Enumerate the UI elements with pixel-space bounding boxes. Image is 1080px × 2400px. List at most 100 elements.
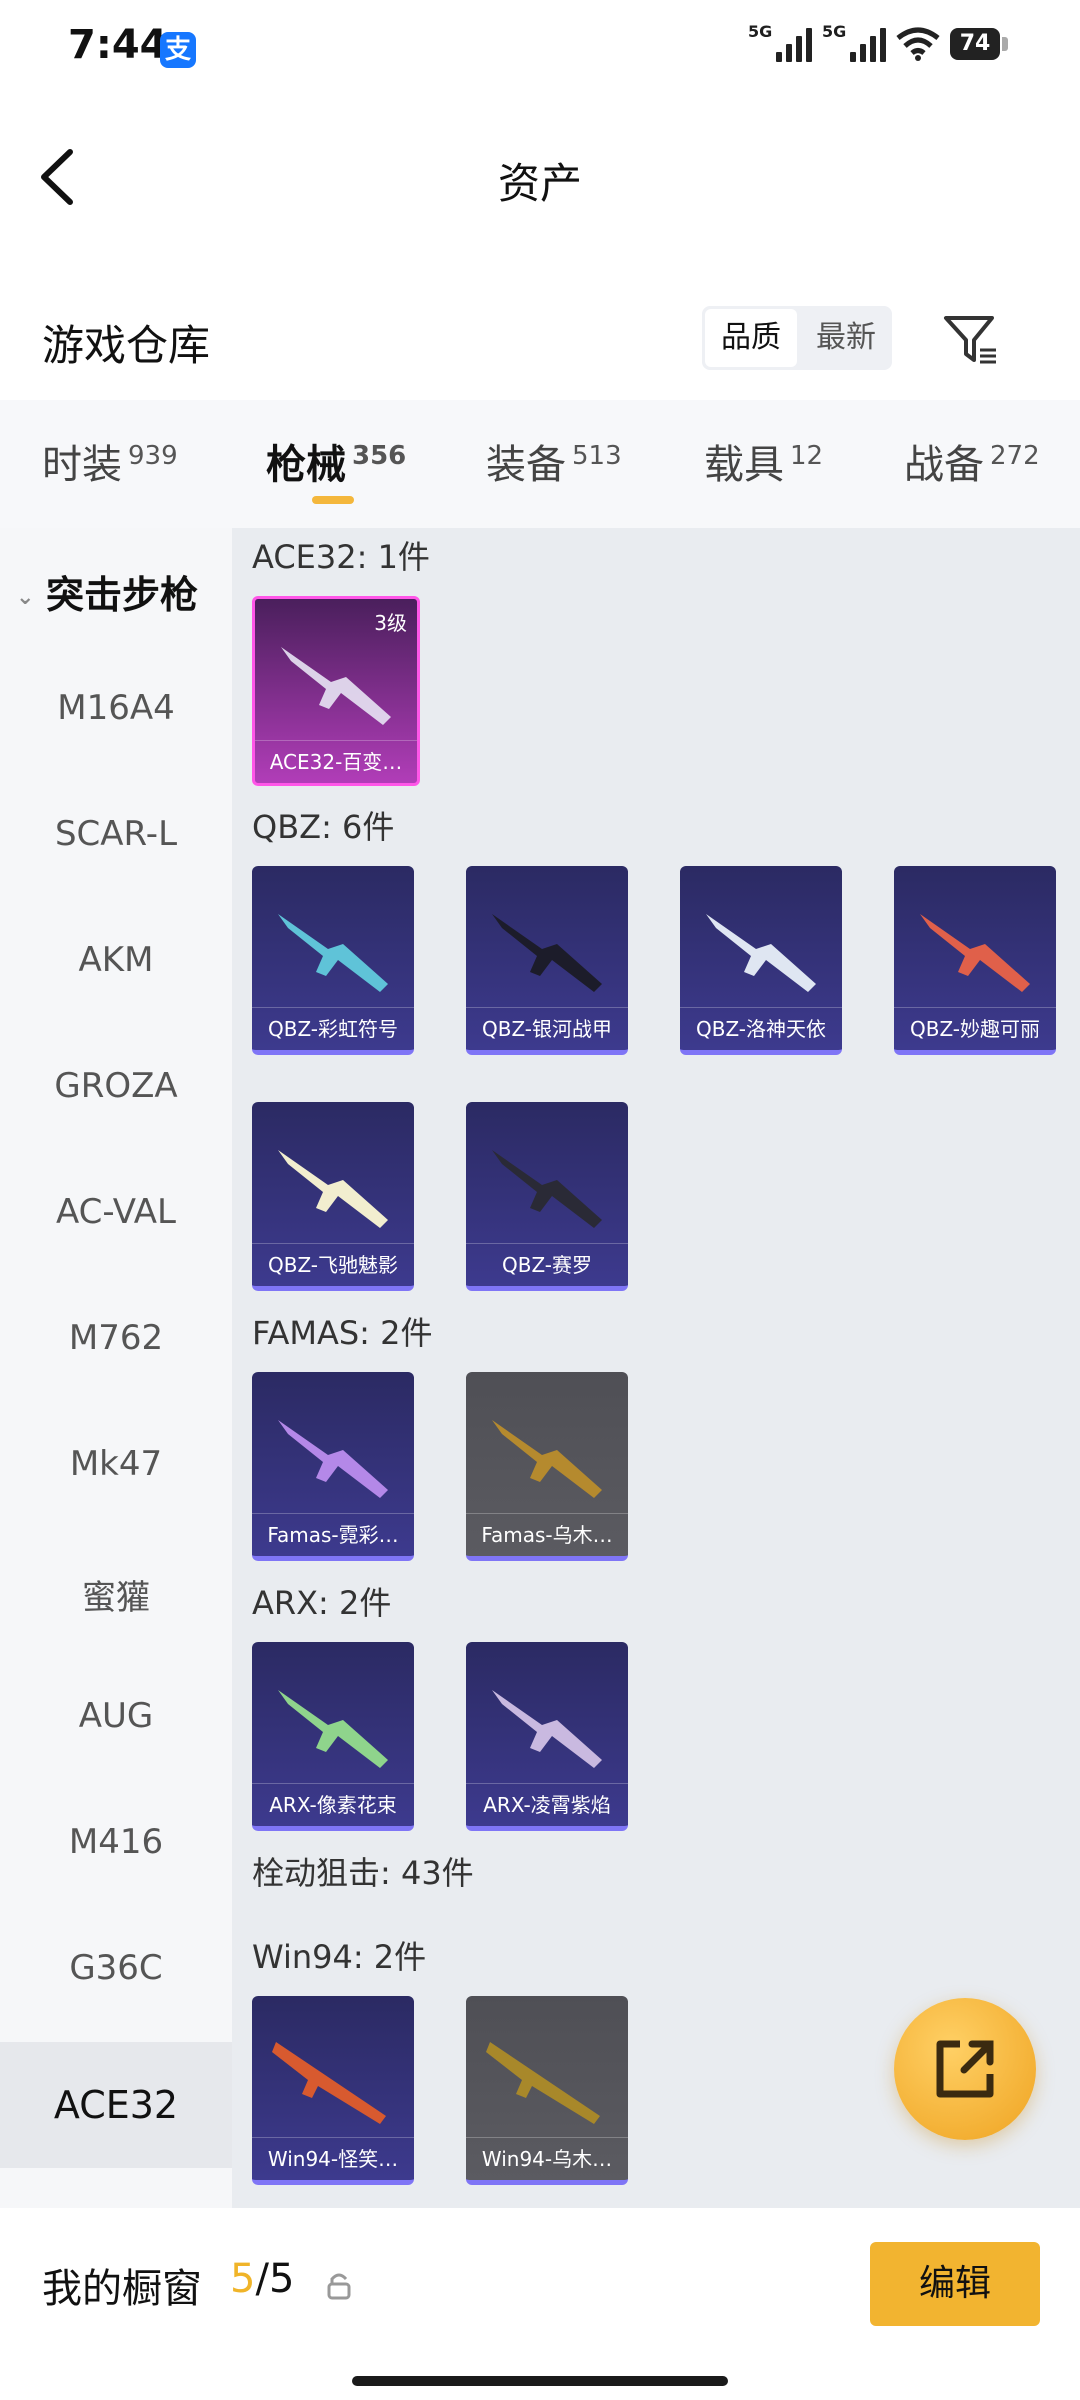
category-tabs: 时装 939 枪械 356 装备 513 载具 12 战备 272: [0, 400, 1080, 528]
tab-label: 战备: [904, 442, 984, 488]
item-card[interactable]: ARX-凌霄紫焰: [466, 1642, 628, 1831]
category-label: 突击步枪: [46, 573, 199, 617]
rifle-skin-icon: [278, 1150, 388, 1228]
item-card[interactable]: QBZ-银河战甲: [466, 866, 628, 1055]
sort-latest-button[interactable]: 最新: [800, 306, 892, 370]
tab-count: 272: [990, 440, 1040, 471]
sidebar-category-assault-rifle[interactable]: ⌄ 突击步枪: [16, 564, 198, 619]
item-card[interactable]: Win94-怪笑…: [252, 1996, 414, 2185]
nav-bar: 资产: [0, 110, 1080, 240]
status-bar: 7:44 支 5G 5G 74: [0, 0, 1080, 100]
item-name: ARX-像素花束: [269, 1793, 397, 1817]
item-name: Famas-乌木…: [481, 1523, 613, 1547]
sidebar-item-scar-l[interactable]: SCAR-L: [0, 814, 232, 854]
cellular-signal-icon-2: 5G: [822, 22, 886, 62]
rifle-skin-icon: [492, 914, 602, 992]
rifle-skin-icon: [492, 1420, 602, 1498]
sidebar-item-aug[interactable]: AUG: [0, 1696, 232, 1736]
rifle-skin-icon: [272, 2042, 386, 2124]
item-name: ARX-凌霄紫焰: [483, 1793, 611, 1817]
section-label-famas: FAMAS: 2件: [252, 1314, 433, 1352]
sidebar-item-groza[interactable]: GROZA: [0, 1066, 232, 1106]
item-card[interactable]: QBZ-赛罗: [466, 1102, 628, 1291]
home-indicator: [352, 2376, 728, 2386]
rifle-skin-icon: [278, 914, 388, 992]
showcase-count: 5/5: [230, 2256, 294, 2302]
tab-label: 载具: [704, 442, 784, 488]
network-type-label: 5G: [748, 22, 773, 41]
weapon-sidebar: ⌄ 突击步枪 M16A4 SCAR-L AKM GROZA AC-VAL M762…: [0, 528, 232, 2208]
active-tab-indicator: [312, 496, 354, 504]
network-type-label-2: 5G: [822, 22, 847, 41]
item-name: QBZ-妙趣可丽: [909, 1017, 1041, 1041]
section-label-bolt-action: 栓动狙击: 43件: [252, 1854, 474, 1892]
item-name: ACE32-百变…: [269, 750, 403, 774]
tab-combat-gear[interactable]: 战备 272: [904, 432, 1040, 490]
item-card[interactable]: QBZ-妙趣可丽: [894, 866, 1056, 1055]
sidebar-item-honey-badger[interactable]: 蜜獾: [0, 1570, 232, 1619]
external-link-icon: [936, 2040, 994, 2098]
warehouse-header: 游戏仓库 品质 最新: [0, 290, 1080, 400]
filter-icon[interactable]: [940, 310, 1000, 370]
rifle-skin-icon: [281, 647, 391, 725]
wifi-icon: [896, 27, 940, 61]
rifle-skin-icon: [278, 1690, 388, 1768]
rifle-skin-icon: [486, 2042, 600, 2124]
section-label-ace32: ACE32: 1件: [252, 538, 430, 576]
page-title: 资产: [497, 159, 582, 208]
sidebar-item-ac-val[interactable]: AC-VAL: [0, 1192, 232, 1232]
item-name: Famas-霓彩…: [267, 1523, 399, 1547]
battery-icon: 74: [950, 28, 1008, 60]
item-name: QBZ-洛神天依: [695, 1017, 827, 1041]
tab-label: 枪械: [266, 442, 346, 488]
item-card[interactable]: 3级 ACE32-百变…: [252, 596, 420, 786]
sidebar-item-akm[interactable]: AKM: [0, 940, 232, 980]
item-card[interactable]: QBZ-洛神天依: [680, 866, 842, 1055]
sidebar-item-ace32[interactable]: ACE32: [0, 2042, 232, 2168]
showcase-title: 我的橱窗: [42, 2266, 202, 2312]
sidebar-item-g36c[interactable]: G36C: [0, 1948, 232, 1988]
tab-count: 356: [352, 440, 407, 471]
rifle-skin-icon: [920, 914, 1030, 992]
share-button[interactable]: [894, 1998, 1036, 2140]
sidebar-item-m16a4[interactable]: M16A4: [0, 688, 232, 728]
item-name: QBZ-银河战甲: [481, 1017, 613, 1041]
sort-quality-button[interactable]: 品质: [705, 309, 797, 367]
showcase-total: 5: [268, 2256, 295, 2302]
sidebar-item-mk47[interactable]: Mk47: [0, 1444, 232, 1484]
item-name: Win94-乌木…: [481, 2147, 613, 2171]
item-name: Win94-怪笑…: [267, 2147, 399, 2171]
showcase-separator: /: [255, 2256, 269, 2302]
showcase-current: 5: [230, 2256, 256, 2302]
tab-label: 时装: [42, 442, 122, 488]
tab-fashion[interactable]: 时装 939: [42, 432, 178, 490]
showcase-bar: 我的橱窗 5/5 编辑: [0, 2208, 1080, 2358]
item-card[interactable]: Win94-乌木…: [466, 1996, 628, 2185]
cellular-signal-icon: 5G: [748, 22, 812, 62]
tab-label: 装备: [486, 442, 566, 488]
tab-count: 939: [128, 440, 178, 471]
item-card[interactable]: Famas-乌木…: [466, 1372, 628, 1561]
sort-toggle: 品质 最新: [702, 306, 892, 370]
section-label-win94: Win94: 2件: [252, 1938, 427, 1976]
section-label-arx: ARX: 2件: [252, 1584, 392, 1622]
sidebar-item-m416[interactable]: M416: [0, 1822, 232, 1862]
rifle-skin-icon: [278, 1420, 388, 1498]
sidebar-item-m762[interactable]: M762: [0, 1318, 232, 1358]
edit-button[interactable]: 编辑: [870, 2242, 1040, 2326]
tab-count: 12: [790, 440, 824, 471]
item-card[interactable]: Famas-霓彩…: [252, 1372, 414, 1561]
item-card[interactable]: ARX-像素花束: [252, 1642, 414, 1831]
tab-firearms[interactable]: 枪械 356: [266, 432, 406, 490]
rifle-skin-icon: [706, 914, 816, 992]
battery-level: 74: [950, 28, 1000, 60]
item-level: 3级: [374, 611, 407, 635]
weapon-grid: ACE32: 1件 3级 ACE32-百变… QBZ: 6件 QBZ-彩虹符号 …: [232, 528, 1080, 2208]
section-label-qbz: QBZ: 6件: [252, 808, 395, 846]
item-card[interactable]: QBZ-彩虹符号: [252, 866, 414, 1055]
item-card[interactable]: QBZ-飞驰魅影: [252, 1102, 414, 1291]
tab-vehicles[interactable]: 载具 12: [704, 432, 823, 490]
chevron-down-icon: ⌄: [16, 585, 35, 610]
tab-equipment[interactable]: 装备 513: [486, 432, 622, 490]
status-icons: 5G 5G 74: [748, 22, 1008, 62]
